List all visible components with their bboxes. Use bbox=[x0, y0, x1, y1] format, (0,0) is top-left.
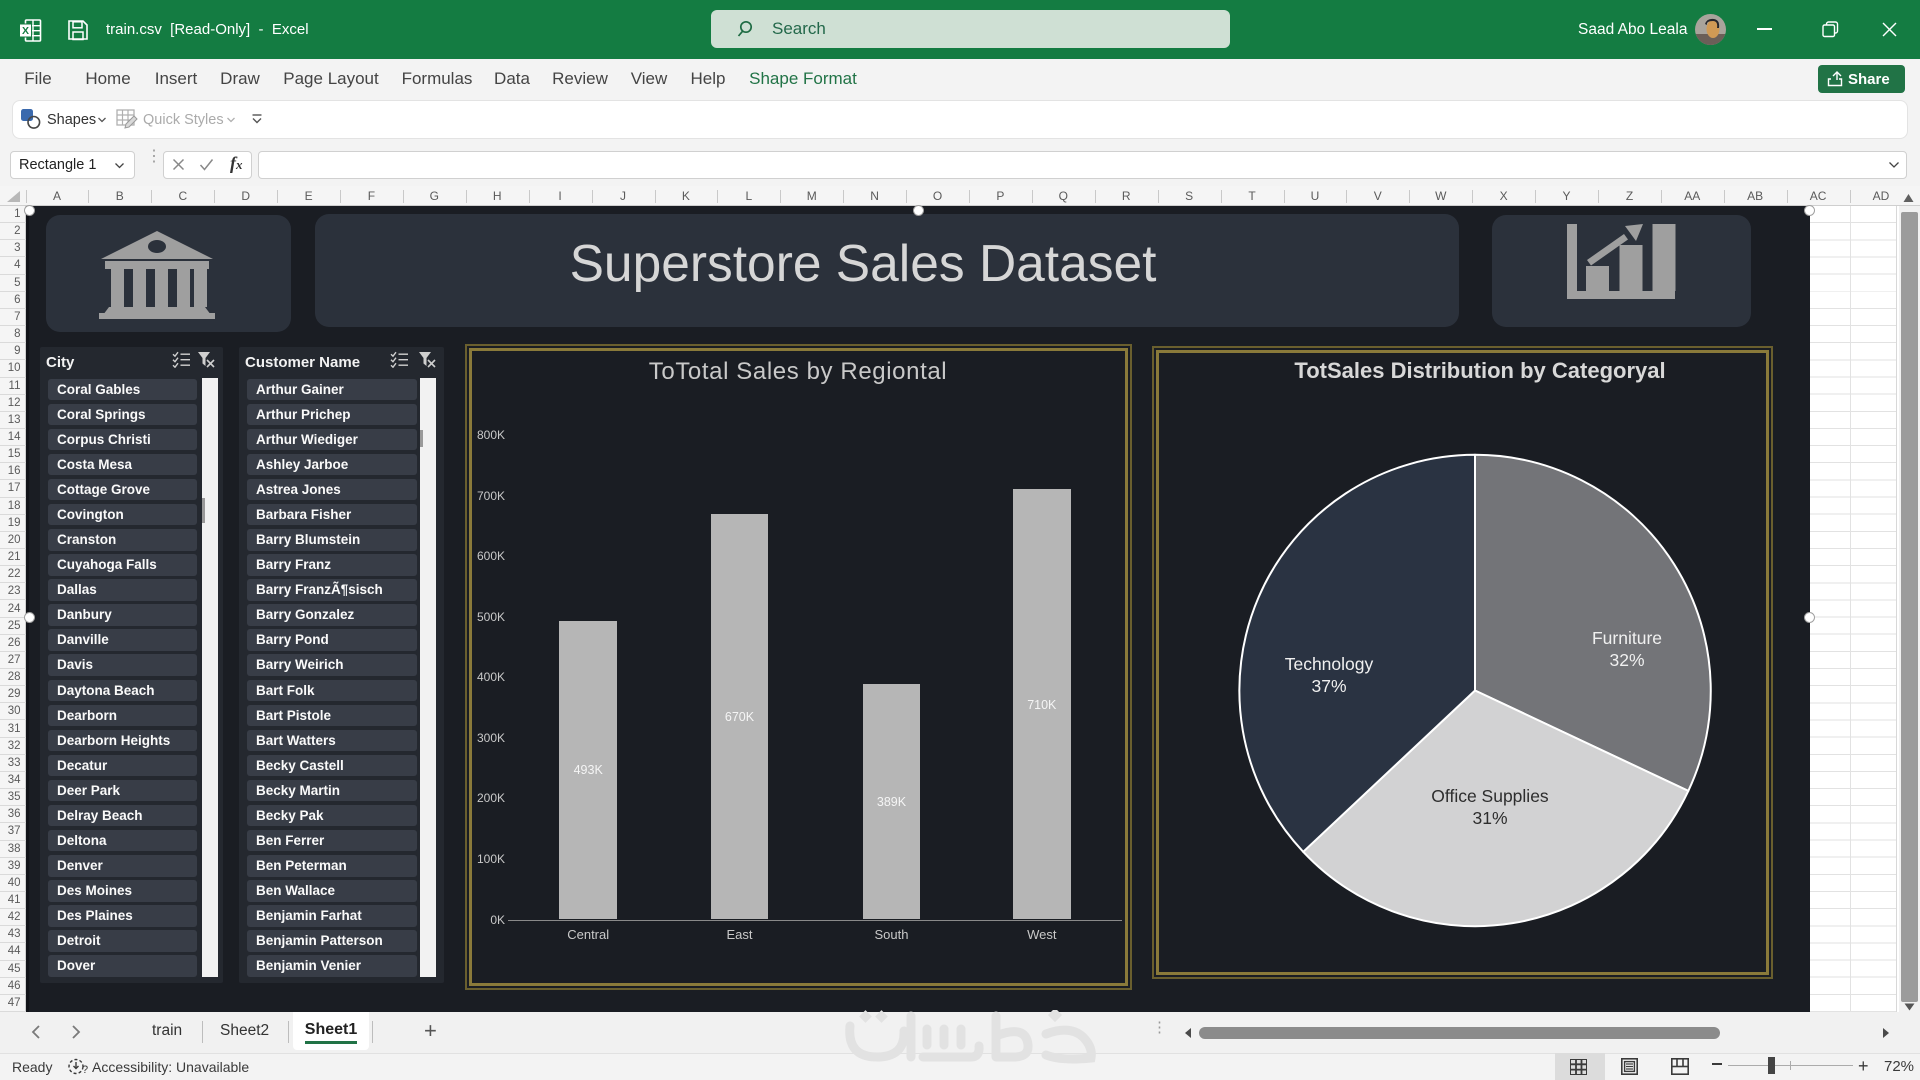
svg-text:32%: 32% bbox=[1609, 650, 1644, 670]
svg-text:31%: 31% bbox=[1472, 808, 1507, 828]
svg-text:Technology: Technology bbox=[1285, 654, 1374, 674]
svg-text:X: X bbox=[22, 25, 29, 37]
svg-text:Furniture: Furniture bbox=[1592, 628, 1662, 648]
svg-text:37%: 37% bbox=[1311, 676, 1346, 696]
svg-text:Office Supplies: Office Supplies bbox=[1431, 786, 1549, 806]
svg-text:?: ? bbox=[82, 1064, 88, 1076]
